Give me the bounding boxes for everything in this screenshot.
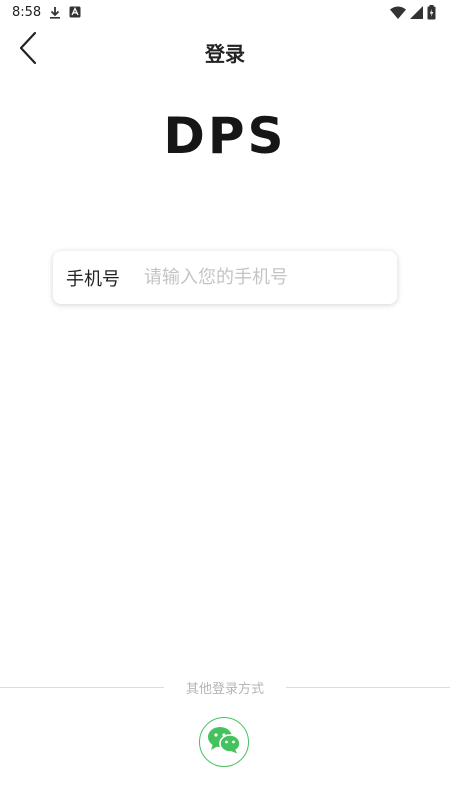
status-time: 8:58 (12, 4, 42, 20)
wifi-icon (390, 6, 406, 19)
phone-field-card: 手机号 (53, 251, 397, 304)
other-login-label: 其他登录方式 (186, 681, 265, 697)
phone-input[interactable] (142, 266, 386, 289)
battery-icon (427, 4, 436, 20)
nav-bar: 登录 (0, 24, 450, 78)
status-bar: 8:58 (0, 0, 450, 24)
wechat-login-button[interactable] (199, 717, 249, 767)
app-notification-icon (69, 6, 81, 18)
signal-icon (410, 5, 423, 19)
status-left: 8:58 (12, 5, 81, 20)
status-right (390, 4, 436, 20)
page-title: 登录 (205, 42, 245, 66)
divider-line-left (0, 686, 164, 688)
wechat-icon (207, 726, 241, 758)
divider-line-right (286, 686, 450, 688)
dps-logo: DPS (163, 107, 287, 165)
phone-label: 手机号 (66, 268, 120, 290)
download-icon (49, 6, 61, 19)
other-login-divider: 其他登录方式 (0, 676, 450, 698)
